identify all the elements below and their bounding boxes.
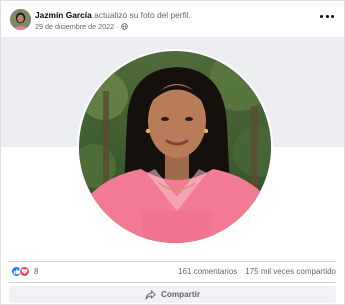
comments-count[interactable]: 161 comentarios [178,267,237,276]
shares-count[interactable]: 175 mil veces compartido [245,267,336,276]
profile-photo-image [79,51,271,243]
more-options-icon[interactable] [320,12,334,20]
stats-right: 161 comentarios 175 mil veces compartido [178,267,336,276]
profile-photo-area [1,37,344,261]
post-headline: Jazmín García actualizó su foto del perf… [35,10,191,20]
stats-divider-top [9,261,336,262]
post-action-text: actualizó su foto del perfil. [94,10,191,20]
post-header: Jazmín García actualizó su foto del perf… [1,1,344,37]
reaction-stats-bar: 8 161 comentarios 175 mil veces compartid… [1,263,344,281]
post-meta: 29 de diciembre de 2022 · [35,22,128,31]
globe-icon [120,23,128,30]
author-avatar[interactable] [10,9,31,30]
reactions-summary[interactable]: 8 [11,266,38,277]
avatar-image [10,9,31,30]
meta-separator: · [116,22,119,31]
share-button[interactable]: Compartir [9,286,336,303]
author-name[interactable]: Jazmín García [35,10,92,20]
share-arrow-icon [145,289,156,300]
reaction-count: 8 [34,267,39,276]
facebook-post: Jazmín García actualizó su foto del perf… [0,0,345,305]
love-icon [19,266,30,277]
post-date[interactable]: 29 de diciembre de 2022 [35,22,114,31]
profile-photo[interactable] [77,49,273,245]
share-label: Compartir [160,290,201,299]
stats-divider-bottom [9,282,336,283]
